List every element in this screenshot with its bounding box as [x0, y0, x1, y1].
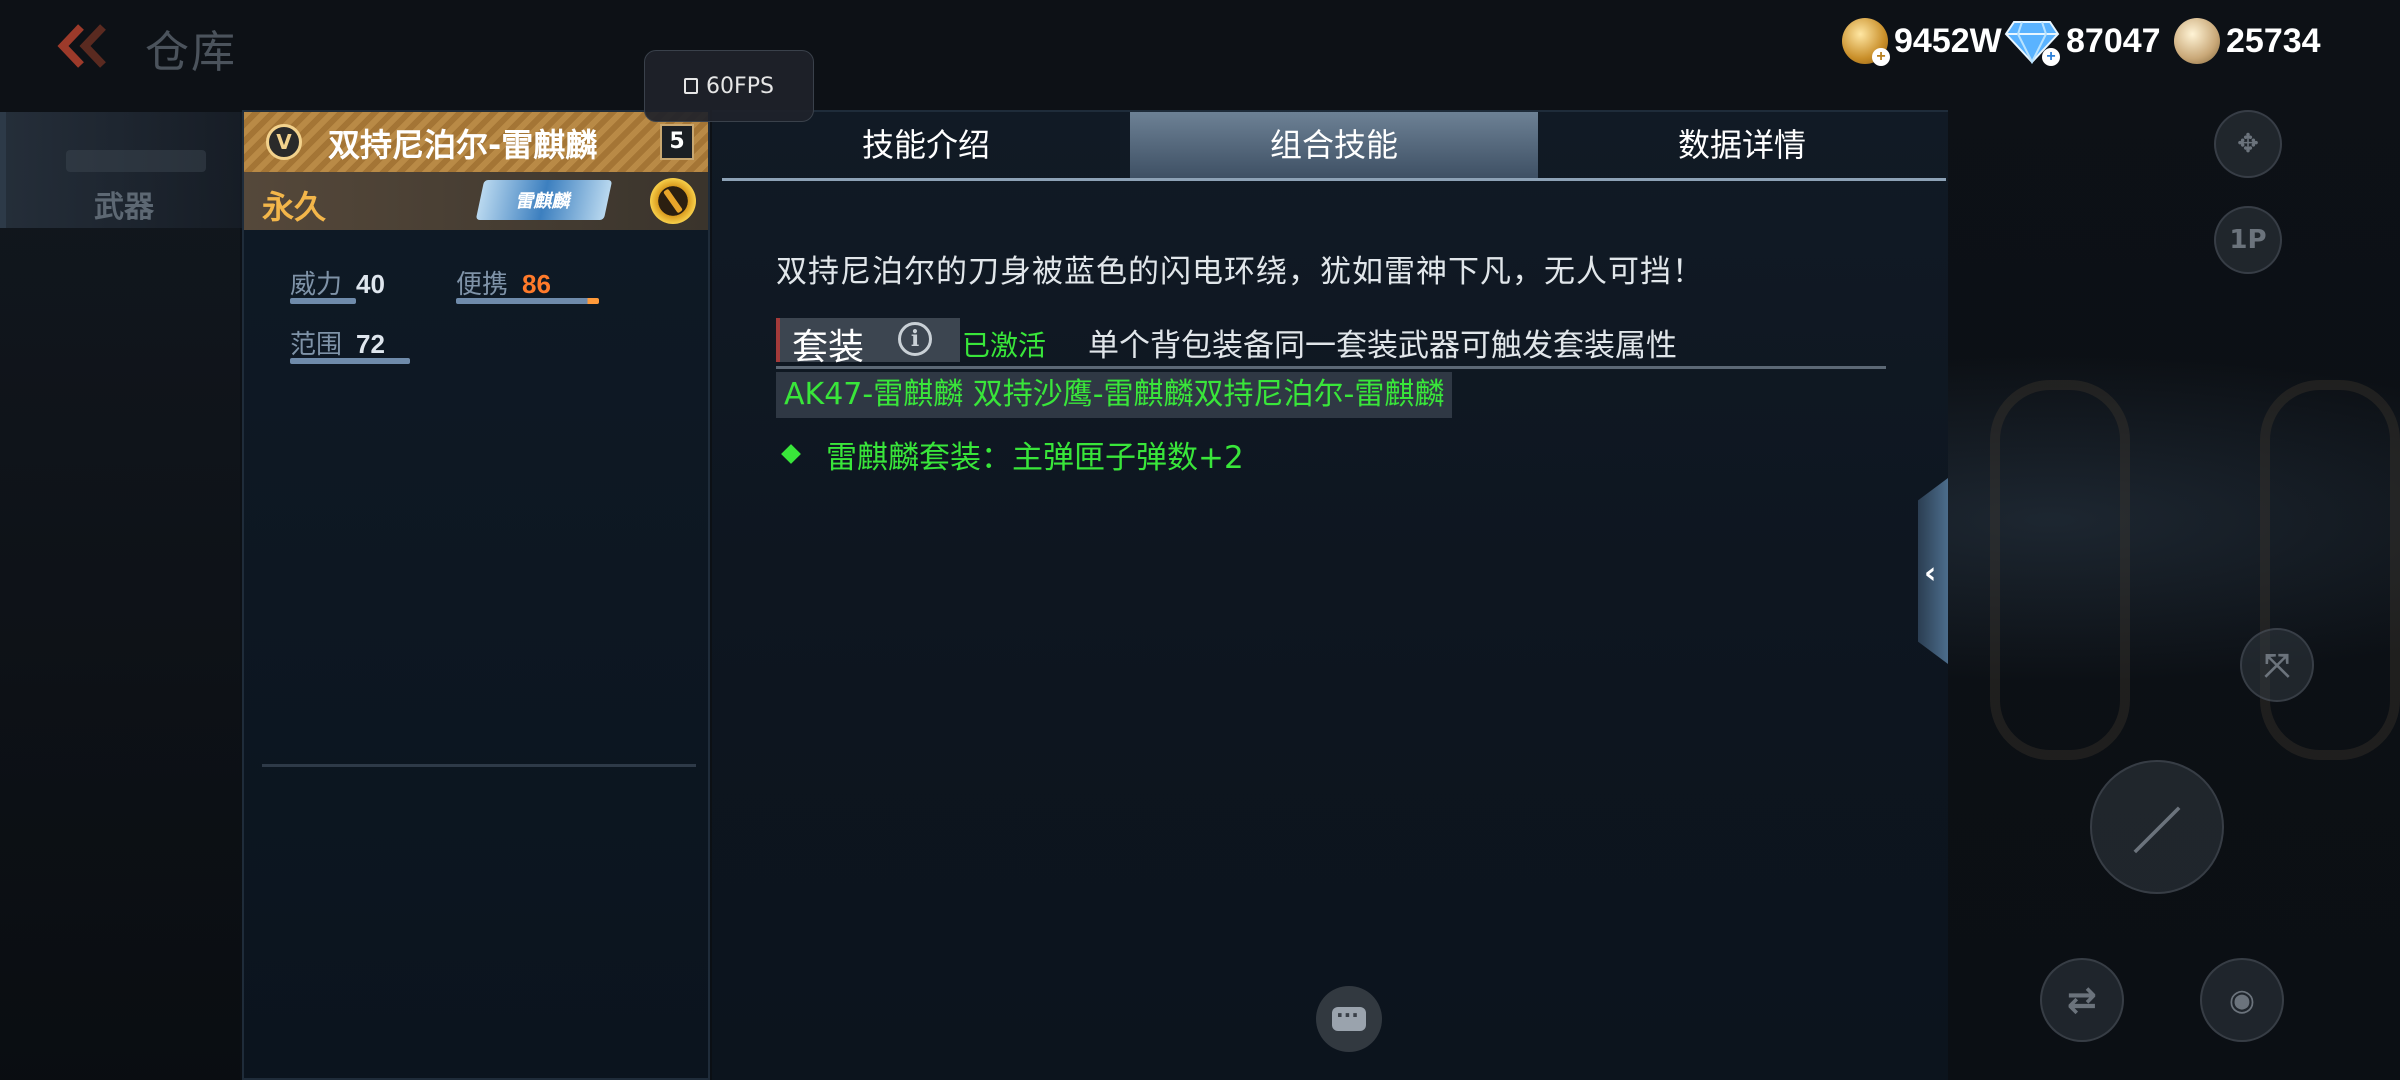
stat-portability-bar	[456, 298, 599, 304]
stat-range-bar	[290, 358, 410, 364]
set-bonus-row: 雷麒麟套装：主弹匣子弹数+2	[781, 432, 1244, 476]
nav-tab-weapon-label: 武器	[94, 190, 154, 225]
stat-range-label: 范围	[290, 330, 343, 360]
stat-power-value: 40	[356, 269, 385, 299]
set-label: 套装	[792, 327, 865, 368]
set-header: 套装 i 已激活 单个背包装备同一套装武器可触发套装属性	[776, 318, 1886, 369]
currency-honor[interactable]: 25734	[2174, 14, 2321, 68]
melee-icon[interactable]: ⤧	[2240, 628, 2314, 702]
fps-value: 60FPS	[706, 73, 774, 99]
fps-badge: 60FPS	[644, 50, 814, 122]
skill-description: 双持尼泊尔的刀身被蓝色的闪电环绕，犹如雷神下凡，无人可挡！	[776, 254, 1704, 290]
stat-portability-value: 86	[522, 269, 551, 299]
currency-diamond-value: 87047	[2066, 21, 2161, 60]
weapon-level-badge: 5	[660, 124, 694, 160]
bullet-icon[interactable]: ／	[2090, 760, 2224, 894]
gold-coin-icon: +	[1842, 18, 1890, 66]
chevron-left-icon[interactable]: ‹	[1924, 556, 1936, 591]
settings-icon[interactable]: ✥	[2214, 110, 2282, 178]
stat-power-label: 威力	[290, 270, 343, 300]
currency-gold[interactable]: + 9452W	[1842, 14, 2002, 68]
panel-divider	[262, 764, 696, 767]
chat-button[interactable]	[1316, 986, 1382, 1052]
swap-icon[interactable]: ⇄	[2040, 958, 2124, 1042]
duration-bar: 永久 雷麒麟	[244, 172, 708, 230]
weapon-name: 双持尼泊尔-雷麒麟	[328, 126, 598, 164]
tab-bar: 技能介绍 组合技能 数据详情	[722, 112, 1946, 181]
stat-range-value: 72	[356, 329, 385, 359]
medal-icon[interactable]	[650, 178, 696, 224]
stat-portability: 便携 86	[456, 264, 551, 301]
chat-icon	[1332, 1003, 1366, 1031]
game-screen: ✥ 1P ⤧ ／ ⇄ ◉ 仓库 + 9452W + 87047 25734 60…	[0, 0, 2400, 1080]
bullet-icon	[781, 444, 801, 464]
duration-label: 永久	[262, 188, 327, 226]
skin-series-tag: 雷麒麟	[475, 180, 613, 220]
tab-combo-skill[interactable]: 组合技能	[1130, 112, 1538, 178]
stat-power: 威力 40	[290, 264, 385, 301]
tab-data-details[interactable]: 数据详情	[1538, 112, 1946, 178]
set-bonus-text: 雷麒麟套装：主弹匣子弹数+2	[826, 439, 1244, 476]
view-toggle-icon[interactable]: 1P	[2214, 206, 2282, 274]
weapon-info-panel: V 双持尼泊尔-雷麒麟 5 永久 雷麒麟 威力 40 便携 86 范围 72	[242, 110, 710, 1080]
page-title: 仓库	[145, 27, 237, 78]
rank-emblem-icon: V	[266, 124, 302, 160]
info-icon[interactable]: i	[898, 322, 932, 356]
stat-power-bar	[290, 298, 356, 304]
left-nav: 武器	[0, 112, 246, 1080]
back-arrow-icon	[57, 24, 106, 68]
diamond-icon: +	[2004, 18, 2060, 66]
currency-gold-value: 9452W	[1894, 21, 2002, 60]
currency-diamond[interactable]: + 87047	[2004, 14, 2161, 68]
rifle-icon	[66, 150, 206, 172]
back-button[interactable]	[55, 18, 115, 74]
stat-range: 范围 72	[290, 324, 385, 361]
honor-coin-icon	[2174, 18, 2220, 64]
nav-tab-weapon[interactable]: 武器	[0, 112, 246, 228]
background-target	[1990, 380, 2130, 760]
hide-icon[interactable]: ◉	[2200, 958, 2284, 1042]
stat-portability-label: 便携	[456, 270, 509, 300]
weapon-name-bar: V 双持尼泊尔-雷麒麟 5	[244, 112, 708, 172]
skill-detail-panel: 技能介绍 组合技能 数据详情 双持尼泊尔的刀身被蓝色的闪电环绕，犹如雷神下凡，无…	[712, 110, 1948, 1080]
set-hint: 单个背包装备同一套装武器可触发套装属性	[1088, 328, 1677, 364]
set-label-box: 套装 i	[776, 318, 960, 368]
skin-series-label: 雷麒麟	[514, 191, 573, 212]
set-members: AK47-雷麒麟 双持沙鹰-雷麒麟双持尼泊尔-雷麒麟	[776, 372, 1453, 418]
background-target	[2260, 380, 2400, 760]
set-status: 已激活	[962, 329, 1047, 362]
currency-honor-value: 25734	[2226, 21, 2321, 60]
fps-icon	[684, 78, 699, 94]
